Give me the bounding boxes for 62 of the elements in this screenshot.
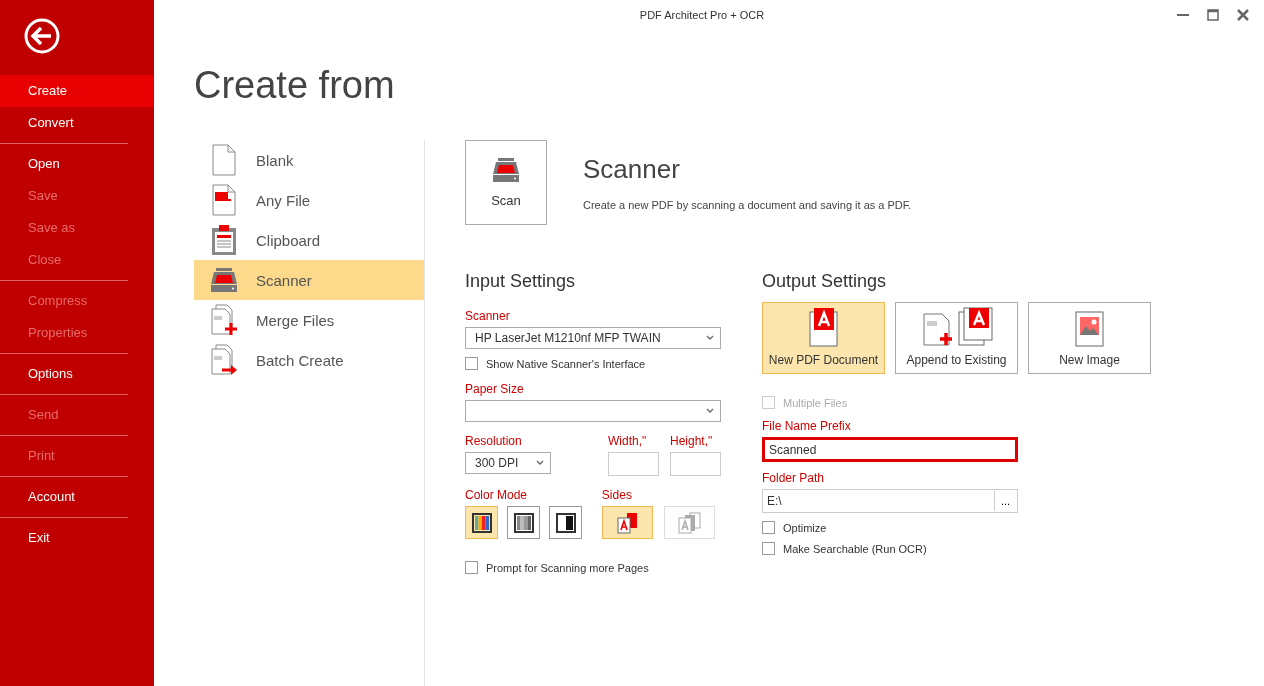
field-label: Width," [608, 434, 648, 448]
source-item[interactable]: Scanner [194, 260, 424, 300]
section-title: Scanner [583, 154, 681, 185]
output-option[interactable]: New PDF Document [762, 302, 885, 374]
sides-toggle[interactable] [601, 506, 653, 539]
file-icon [210, 184, 238, 216]
caret-icon [536, 460, 544, 466]
field-label: Resolution [465, 434, 523, 448]
width-field[interactable] [608, 452, 659, 476]
menu-item[interactable]: Create [0, 75, 154, 107]
field-label: Sides [601, 488, 633, 502]
section-heading: Input Settings [465, 271, 577, 293]
resolution-dropdown[interactable]: 300 DPI [465, 452, 551, 474]
append-pages-icon [920, 307, 993, 347]
close-icon[interactable] [1234, 8, 1252, 22]
color-mode-toggle[interactable] [507, 506, 540, 539]
output-option[interactable]: Append to Existing [895, 302, 1018, 374]
output-option[interactable]: New Image [1028, 302, 1151, 374]
checkbox[interactable]: Make Searchable (Run OCR) [762, 542, 1151, 555]
checkbox[interactable]: Optimize [762, 521, 1151, 534]
clipboard-icon [210, 224, 238, 256]
striped-bars-icon [471, 512, 492, 533]
shaded-bars-icon [513, 512, 534, 533]
caret-icon [706, 335, 714, 341]
scanner-dropdown[interactable]: HP LaserJet M1210nf MFP TWAIN [465, 327, 721, 349]
window-title: PDF Architect Pro + OCR [638, 9, 766, 21]
source-item[interactable]: Blank [194, 140, 424, 180]
menu-item[interactable]: Options [0, 358, 154, 390]
scanner-icon [492, 157, 520, 183]
field-label: Folder Path [762, 471, 826, 485]
source-item[interactable]: Batch Create [194, 340, 424, 380]
maximize-icon[interactable] [1204, 8, 1222, 22]
height-field[interactable] [670, 452, 721, 476]
page-title: Create from [194, 64, 396, 108]
single-side-page-icon [615, 511, 640, 534]
color-mode-toggle[interactable] [465, 506, 498, 539]
batch-files-icon [210, 344, 238, 376]
blank-page-icon [210, 144, 238, 176]
menu-item[interactable]: Open [0, 148, 154, 180]
source-item[interactable]: Merge Files [194, 300, 424, 340]
field-label: Scanner [465, 309, 511, 323]
caret-icon [706, 408, 714, 414]
menu-item[interactable]: Account [0, 481, 154, 513]
scan-button[interactable]: Scan [465, 140, 547, 225]
double-side-pages-icon [677, 511, 702, 534]
source-item[interactable]: Clipboard [194, 220, 424, 260]
checkbox[interactable]: Prompt for Scanning more Pages [465, 561, 721, 574]
field-label: File Name Prefix [762, 419, 852, 433]
merge-files-icon [210, 304, 238, 336]
color-mode-toggle[interactable] [549, 506, 582, 539]
field-label: Color Mode [465, 488, 529, 502]
field-label: Paper Size [465, 382, 525, 396]
menu-item[interactable]: Exit [0, 522, 154, 554]
field-label: Height," [670, 434, 714, 448]
description: Create a new PDF by scanning a document and saving it as a PDF. [583, 199, 912, 211]
source-item[interactable]: Any File [194, 180, 424, 220]
pdf-document-icon [808, 307, 839, 347]
section-heading: Output Settings [762, 271, 888, 293]
prefix-field[interactable]: Scanned [762, 437, 1018, 462]
menu-item[interactable]: Convert [0, 107, 154, 139]
checkbox[interactable]: Show Native Scanner's Interface [465, 357, 721, 370]
half-filled-square-icon [555, 512, 576, 533]
